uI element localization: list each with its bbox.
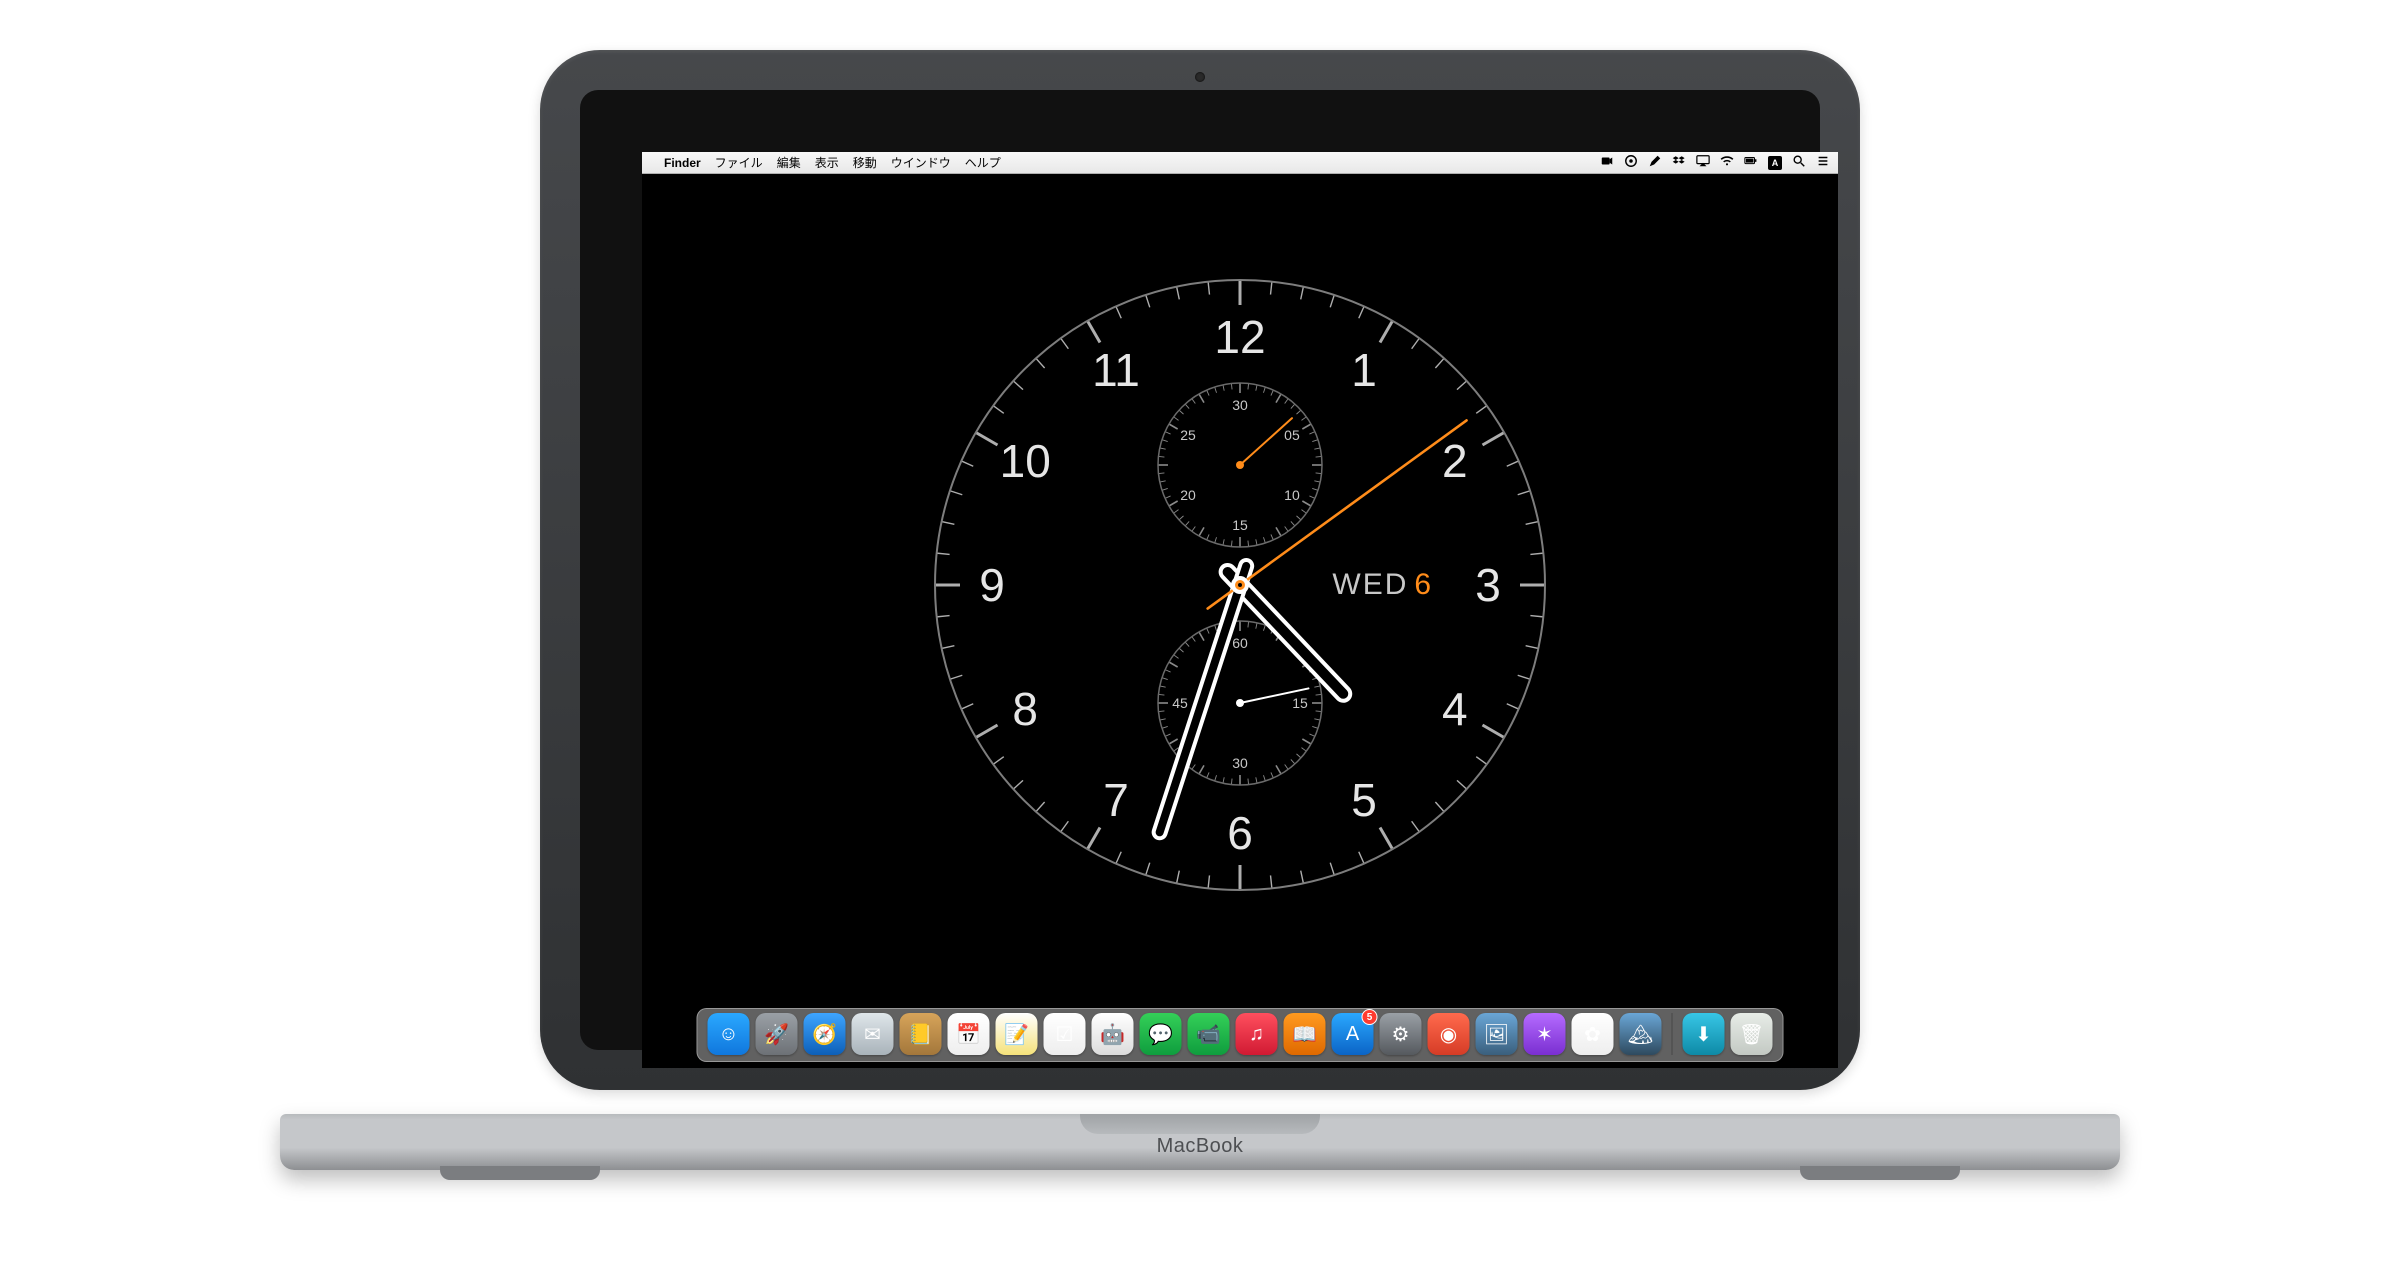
date-number: 6 [1414,568,1433,601]
subdial-bottom-numeral: 45 [1172,695,1188,711]
pen-icon[interactable] [1648,154,1662,171]
subdial-top-numeral: 10 [1284,487,1300,503]
active-app-menu[interactable]: Finder [664,156,701,170]
dock-app-messages[interactable]: 💬 [1140,1013,1182,1055]
menu-1[interactable]: 編集 [777,156,801,170]
hour-numeral: 4 [1442,682,1468,736]
macbook-base: MacBook [280,1114,2120,1170]
hour-numeral: 1 [1351,343,1377,397]
dropbox-icon[interactable] [1672,154,1686,171]
date-complication: WED6 [1332,568,1433,602]
macbook-device: Finder ファイル編集表示移動ウインドウヘルプ A [280,40,2120,1240]
menu-5[interactable]: ヘルプ [965,156,1001,170]
battery-icon[interactable] [1744,154,1758,171]
subdial-top-numeral: 20 [1180,487,1196,503]
dock-app-reminders[interactable]: ☑ [1044,1013,1086,1055]
hour-numeral: 9 [979,558,1005,612]
subdial-top-numeral: 30 [1232,397,1248,413]
clock-screensaver: 121234567891011 300510152025 60153045 WE… [910,255,1570,915]
hour-numeral: 6 [1227,806,1253,860]
dock-app-automator[interactable]: 🤖 [1092,1013,1134,1055]
date-day: WED [1332,568,1408,601]
input-source-indicator[interactable]: A [1768,156,1782,170]
dock-app-books[interactable]: 📖 [1284,1013,1326,1055]
subdial-bottom-numeral: 15 [1292,695,1308,711]
menu-2[interactable]: 表示 [815,156,839,170]
screen: Finder ファイル編集表示移動ウインドウヘルプ A [642,152,1838,1068]
dock-app-notes[interactable]: 📝 [996,1013,1038,1055]
dock-app-mail[interactable]: ✉ [852,1013,894,1055]
wifi-icon[interactable] [1720,154,1734,171]
hour-numeral: 5 [1351,773,1377,827]
macbook-label: MacBook [280,1135,2120,1158]
dock-app-contacts[interactable]: 📒 [900,1013,942,1055]
dock-app-appstore[interactable]: A5 [1332,1013,1374,1055]
dock-app-downloads[interactable]: ⬇ [1683,1013,1725,1055]
menu-4[interactable]: ウインドウ [891,156,951,170]
macbook-lid: Finder ファイル編集表示移動ウインドウヘルプ A [540,50,1860,1090]
dock-app-calendar[interactable]: 📅 [948,1013,990,1055]
menu-0[interactable]: ファイル [715,156,763,170]
dock-app-app-purple[interactable]: ✶ [1524,1013,1566,1055]
menu-bar: Finder ファイル編集表示移動ウインドウヘルプ A [642,152,1838,174]
foot-right [1800,1166,1960,1180]
subdial-top-numeral: 25 [1180,427,1196,443]
menu-3[interactable]: 移動 [853,156,877,170]
subdial-top-numeral: 15 [1232,517,1248,533]
hour-numeral: 12 [1214,310,1265,364]
dock-app-launchpad[interactable]: 🚀 [756,1013,798,1055]
hour-numeral: 7 [1103,773,1129,827]
circle-status-icon[interactable] [1624,154,1638,171]
trackpad-notch [1080,1114,1320,1134]
dock-app-preview[interactable]: 🖼 [1476,1013,1518,1055]
dock-app-music[interactable]: ♫ [1236,1013,1278,1055]
screen-bezel: Finder ファイル編集表示移動ウインドウヘルプ A [580,90,1820,1050]
dock-app-photos[interactable]: ✿ [1572,1013,1614,1055]
hour-numeral: 3 [1475,558,1501,612]
dock-badge: 5 [1362,1009,1378,1025]
camera-icon[interactable] [1600,154,1614,171]
subdial-top-numeral: 05 [1284,427,1300,443]
dock: ☺🚀🧭✉📒📅📝☑🤖💬📹♫📖A5⚙◉🖼✶✿🏔 ⬇🗑 [697,1008,1784,1062]
foot-left [440,1166,600,1180]
subdial-bottom-numeral: 30 [1232,755,1248,771]
hour-numeral: 8 [1012,682,1038,736]
dock-separator [1672,1013,1673,1055]
notification-center-icon[interactable] [1816,154,1830,171]
dock-app-wallpaper[interactable]: 🏔 [1620,1013,1662,1055]
dock-app-finder[interactable]: ☺ [708,1013,750,1055]
dock-app-system-prefs[interactable]: ⚙ [1380,1013,1422,1055]
dock-app-trash[interactable]: 🗑 [1731,1013,1773,1055]
dock-app-app-red[interactable]: ◉ [1428,1013,1470,1055]
hour-numeral: 10 [1000,434,1051,488]
desktop[interactable]: 121234567891011 300510152025 60153045 WE… [642,174,1838,1068]
subdial-bottom-numeral: 60 [1232,635,1248,651]
hour-numeral: 11 [1092,343,1140,397]
dock-app-safari[interactable]: 🧭 [804,1013,846,1055]
dock-app-facetime[interactable]: 📹 [1188,1013,1230,1055]
airplay-icon[interactable] [1696,154,1710,171]
hour-numeral: 2 [1442,434,1468,488]
spotlight-icon[interactable] [1792,154,1806,171]
camera-icon [1195,72,1205,82]
